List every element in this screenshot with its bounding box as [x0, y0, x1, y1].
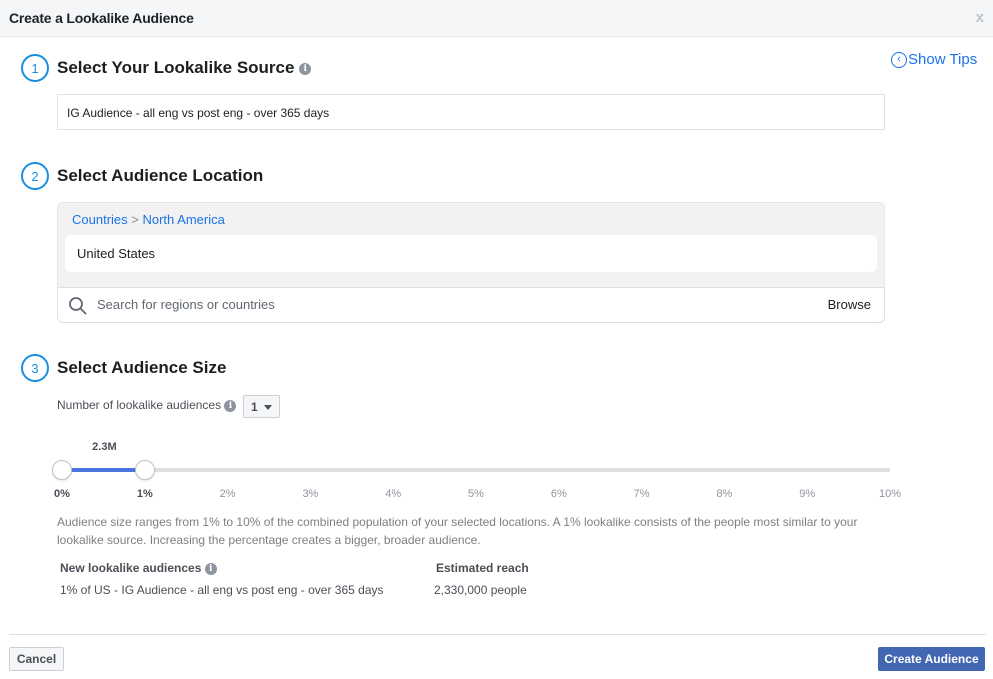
footer-divider	[9, 634, 986, 635]
create-audience-button[interactable]: Create Audience	[878, 647, 985, 671]
slider-tick-label: 3%	[302, 488, 319, 500]
table-cell-audience-name: 1% of US - IG Audience - all eng vs post…	[60, 583, 384, 597]
show-tips-label: Show Tips	[908, 51, 978, 68]
location-search-input[interactable]	[97, 297, 747, 312]
lookalike-source-field[interactable]: IG Audience - all eng vs post eng - over…	[57, 94, 885, 130]
selected-location-united-states[interactable]: United States	[65, 235, 877, 272]
breadcrumb-separator: >	[131, 212, 139, 227]
chevron-left-circle-icon: ‹	[891, 51, 907, 68]
table-header-estimated-reach: Estimated reach	[436, 561, 529, 575]
cancel-button[interactable]: Cancel	[9, 647, 64, 671]
show-tips-link[interactable]: ‹ Show Tips	[891, 51, 977, 68]
slider-tick-label: 5%	[468, 488, 484, 500]
location-breadcrumb: Countries > North America	[72, 212, 225, 227]
browse-button[interactable]: Browse	[828, 297, 871, 312]
step-2-title: Select Audience Location	[57, 166, 264, 185]
slider-tick-label: 2%	[219, 488, 236, 500]
location-search-row: Browse	[57, 287, 885, 323]
dialog-title: Create a Lookalike Audience	[9, 10, 194, 26]
step-1-title-text: Select Your Lookalike Source	[57, 58, 295, 77]
chevron-down-icon	[264, 405, 272, 410]
table-header-new-audiences-text: New lookalike audiences	[60, 561, 202, 575]
slider-thumb-start[interactable]	[52, 460, 72, 480]
slider-tick-label: 8%	[716, 488, 733, 500]
step-2-badge: 2	[21, 162, 49, 190]
num-audiences-label: Number of lookalike audiences i	[57, 398, 237, 412]
step-3-badge: 3	[21, 354, 49, 382]
step-3-title: Select Audience Size	[57, 358, 227, 377]
slider-tick-label: 4%	[385, 488, 402, 500]
slider-tick-label: 1%	[136, 488, 153, 500]
slider-track[interactable]	[62, 468, 890, 472]
slider-tick-label: 9%	[799, 488, 816, 500]
slider-tick-label: 7%	[633, 488, 650, 500]
step-1-title: Select Your Lookalike Source i	[57, 58, 312, 78]
breadcrumb-north-america[interactable]: North America	[142, 212, 224, 227]
info-icon[interactable]: i	[299, 62, 312, 75]
slider-value-label: 2.3M	[92, 441, 117, 453]
table-cell-estimated-reach: 2,330,000 people	[434, 583, 527, 597]
dialog-header: Create a Lookalike Audience x	[0, 0, 993, 37]
slider-tick-label: 10%	[878, 488, 902, 500]
num-audiences-value: 1	[251, 400, 258, 414]
breadcrumb-countries[interactable]: Countries	[72, 212, 128, 227]
slider-thumb-end[interactable]	[134, 460, 155, 480]
table-header-new-audiences: New lookalike audiences i	[60, 561, 217, 575]
search-icon	[68, 296, 88, 321]
info-icon[interactable]: i	[224, 399, 237, 412]
audience-size-slider[interactable]: 2.3M 0% 1% 2% 3% 4% 5% 6% 7% 8% 9% 10%	[0, 430, 993, 510]
location-selector: Countries > North America United States …	[57, 202, 885, 323]
num-audiences-select[interactable]: 1	[243, 395, 280, 418]
slider-tick-label: 0%	[54, 488, 70, 500]
step-1-badge: 1	[21, 54, 49, 82]
slider-track-fill	[62, 468, 145, 472]
info-icon[interactable]: i	[204, 562, 217, 575]
close-icon[interactable]: x	[976, 9, 984, 26]
num-audiences-label-text: Number of lookalike audiences	[57, 398, 222, 412]
slider-tick-label: 6%	[550, 488, 567, 500]
audience-size-description: Audience size ranges from 1% to 10% of t…	[57, 515, 858, 547]
